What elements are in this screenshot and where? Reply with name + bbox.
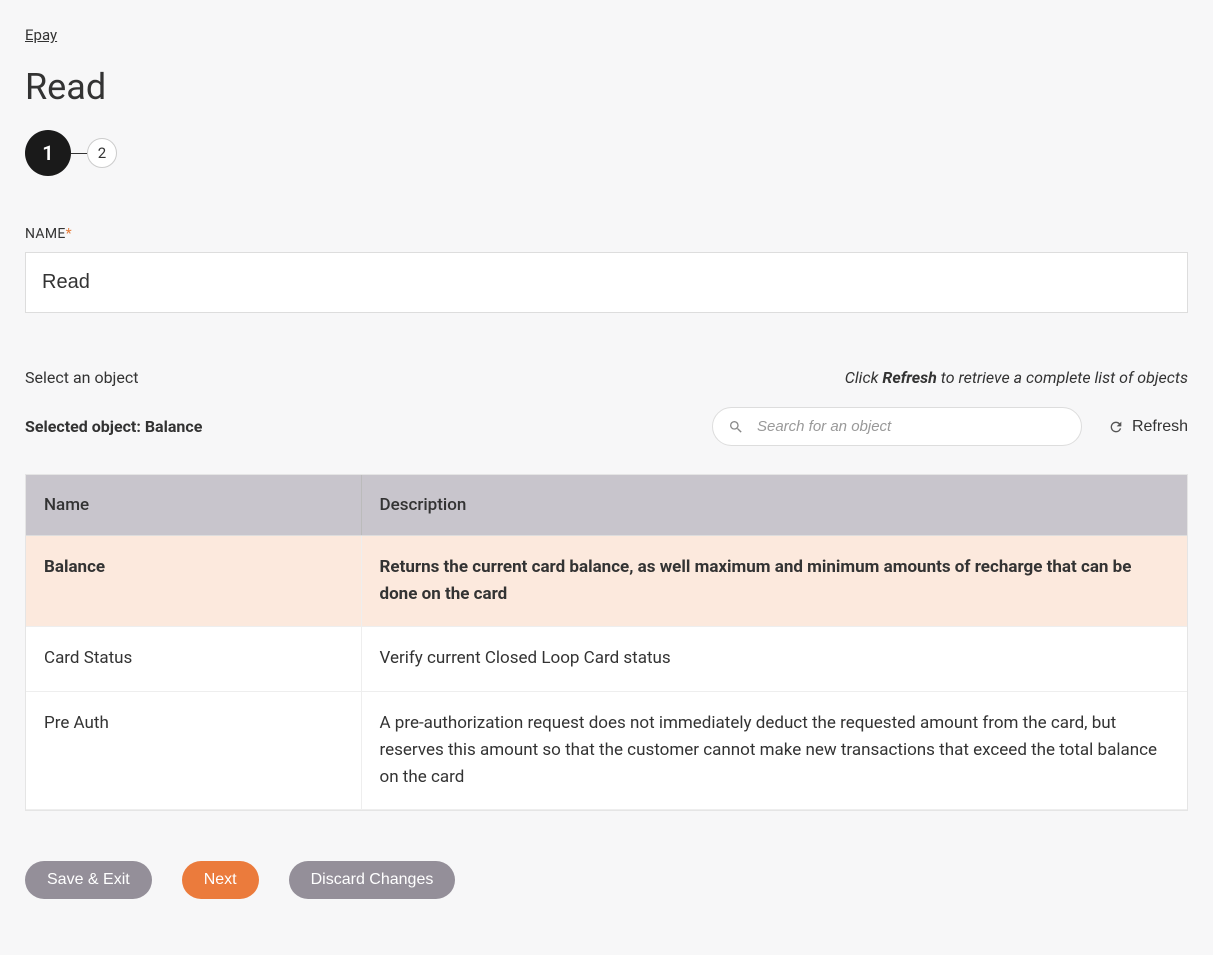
refresh-hint: Click Refresh to retrieve a complete lis… bbox=[845, 368, 1188, 387]
cell-description: Returns the current card balance, as wel… bbox=[361, 536, 1187, 627]
refresh-icon bbox=[1108, 419, 1124, 435]
search-input[interactable] bbox=[712, 407, 1082, 446]
cell-name: Pre Auth bbox=[26, 691, 361, 810]
required-asterisk: * bbox=[66, 226, 72, 242]
name-field-label: NAME* bbox=[25, 226, 1188, 242]
table-row[interactable]: Pre AuthA pre-authorization request does… bbox=[26, 691, 1187, 810]
object-table: Name Description BalanceReturns the curr… bbox=[26, 475, 1187, 810]
cell-name: Balance bbox=[26, 536, 361, 627]
page-title: Read bbox=[25, 66, 1188, 108]
step-1[interactable]: 1 bbox=[25, 130, 71, 176]
refresh-label: Refresh bbox=[1132, 418, 1188, 436]
breadcrumb-epay[interactable]: Epay bbox=[25, 26, 57, 44]
col-header-name: Name bbox=[26, 475, 361, 536]
selected-object-label: Selected object: Balance bbox=[25, 417, 202, 436]
col-header-description: Description bbox=[361, 475, 1187, 536]
cell-name: Card Status bbox=[26, 627, 361, 691]
step-connector bbox=[71, 153, 87, 154]
discard-changes-button[interactable]: Discard Changes bbox=[289, 861, 456, 899]
cell-description: A pre-authorization request does not imm… bbox=[361, 691, 1187, 810]
table-row[interactable]: BalanceReturns the current card balance,… bbox=[26, 536, 1187, 627]
name-input[interactable] bbox=[25, 252, 1188, 313]
select-object-label: Select an object bbox=[25, 368, 138, 387]
cell-description: Verify current Closed Loop Card status bbox=[361, 627, 1187, 691]
step-2[interactable]: 2 bbox=[87, 138, 117, 168]
object-table-wrapper: Name Description BalanceReturns the curr… bbox=[25, 474, 1188, 811]
table-row[interactable]: Card StatusVerify current Closed Loop Ca… bbox=[26, 627, 1187, 691]
save-exit-button[interactable]: Save & Exit bbox=[25, 861, 152, 899]
refresh-button[interactable]: Refresh bbox=[1108, 418, 1188, 436]
stepper: 1 2 bbox=[25, 130, 1188, 176]
next-button[interactable]: Next bbox=[182, 861, 259, 899]
